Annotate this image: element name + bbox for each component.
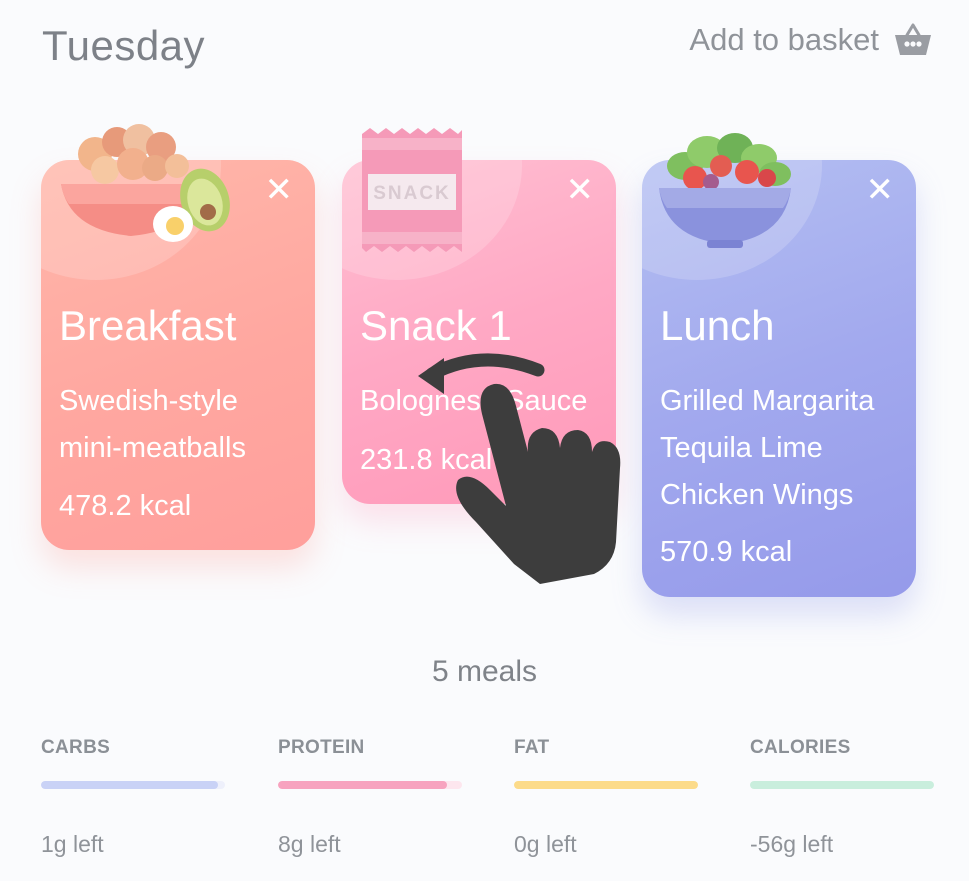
add-to-basket-label: Add to basket [689,22,879,57]
meal-dish-line: Tequila Lime [660,432,823,464]
macro-progress-fill [41,781,218,789]
add-to-basket-button[interactable]: Add to basket [689,22,933,58]
meal-name: Lunch [660,302,775,349]
meal-dish: Grilled Margarita Tequila Lime Chicken W… [660,378,910,519]
macro-fat: FAT 0g left [514,737,698,858]
macro-progress-bar [278,781,462,789]
meal-dish: Swedish-style mini-meatballs [59,378,309,472]
remove-lunch-button[interactable]: ✕ [866,170,895,210]
meal-count: 5 meals [431,655,538,688]
meal-dish-line: Chicken Wings [660,479,854,511]
remove-breakfast-button[interactable]: ✕ [265,170,294,210]
macro-progress-fill [750,781,934,789]
meal-dish-line: Grilled Margarita [660,385,875,417]
meal-kcal: 570.9 kcal [660,536,793,568]
day-title: Tuesday [42,22,206,69]
basket-icon [893,22,933,58]
macro-progress-fill [278,781,448,789]
meal-kcal: 478.2 kcal [59,490,192,522]
macro-label: PROTEIN [278,737,365,758]
macro-progress-bar [514,781,698,789]
bowl-nuts-egg-avocado-icon [55,122,235,247]
macro-label: FAT [514,737,550,758]
macro-remaining: 1g left [41,831,104,857]
meal-dish-line: mini-meatballs [59,432,246,464]
macro-progress-bar [41,781,225,789]
macro-label: CALORIES [750,737,851,758]
macro-carbs: CARBS 1g left [41,737,225,858]
macro-progress-fill [514,781,698,789]
macro-protein: PROTEIN 8g left [278,737,462,858]
macro-remaining: 0g left [514,831,577,857]
macro-label: CARBS [41,737,111,758]
salad-bowl-icon [655,126,795,252]
meal-name: Breakfast [59,302,237,349]
meal-name: Snack 1 [360,302,512,349]
macro-progress-bar [750,781,934,789]
snack-bag-text: SNACK [373,183,451,204]
remove-snack-button[interactable]: ✕ [566,170,595,210]
macro-remaining: -56g left [750,831,834,857]
swipe-hand-icon [410,352,625,592]
macro-remaining: 8g left [278,831,341,857]
macro-calories: CALORIES -56g left [750,737,934,858]
snack-bag-icon: SNACK [358,126,466,256]
meal-dish-line: Swedish-style [59,385,238,417]
